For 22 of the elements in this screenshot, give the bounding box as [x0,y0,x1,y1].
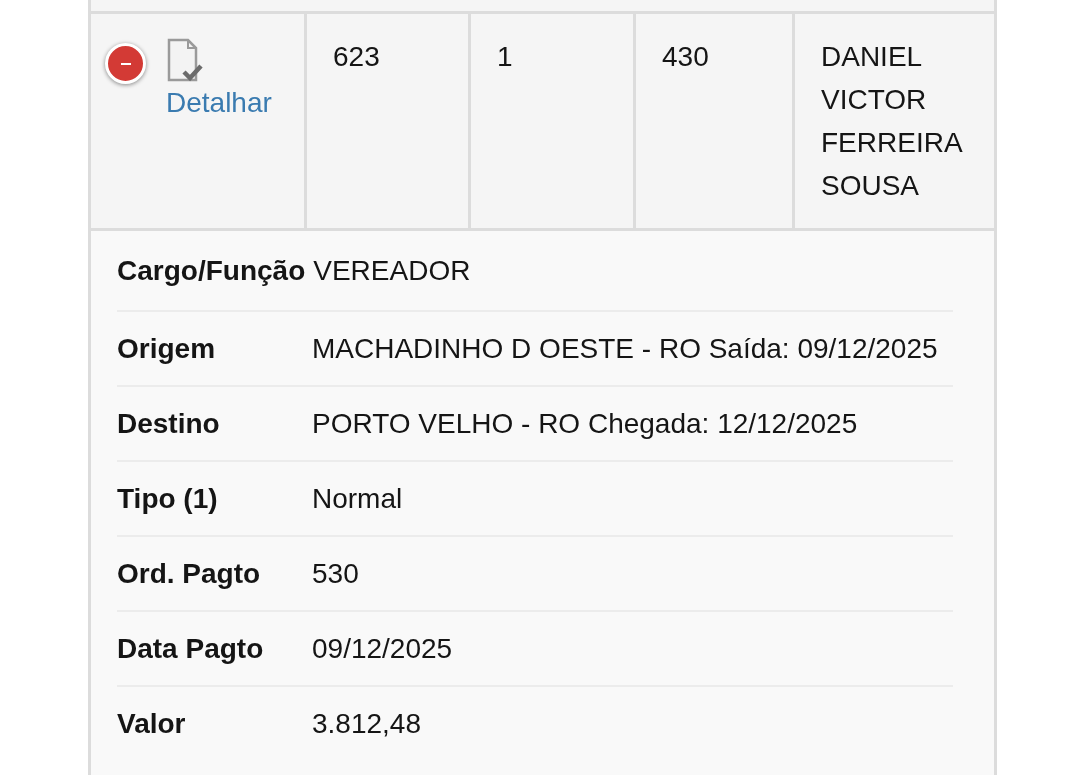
field-value: 09/12/2025 [312,631,453,666]
collapse-button[interactable] [105,43,146,84]
table-cell: DANIEL VICTOR FERREIRA SOUSA [795,14,994,228]
minus-icon [120,62,131,65]
field-value: 530 [312,556,359,591]
field-label: Tipo (1) [117,481,219,516]
detail-link[interactable]: Detalhar [166,88,272,118]
field-value: VEREADOR [313,253,471,288]
field-label: Destino [117,406,221,441]
table-cell: 1 [471,14,633,228]
field-value: Normal [312,481,403,516]
table-cell: 430 [636,14,792,228]
field-label: Cargo/Função [117,253,306,288]
field-value: 3.812,48 [312,706,421,741]
field-label: Valor [117,706,187,741]
field-value: MACHADINHO D OESTE - RO Saída: 09/12/2025 [312,331,938,366]
field-label: Origem [117,331,217,366]
field-label: Data Pagto [117,631,265,666]
table-cell: 623 [307,14,468,228]
field-label: Ord. Pagto [117,556,262,591]
document-check-icon[interactable] [167,38,203,84]
field-value: PORTO VELHO - RO Chegada: 12/12/2025 [312,406,858,441]
